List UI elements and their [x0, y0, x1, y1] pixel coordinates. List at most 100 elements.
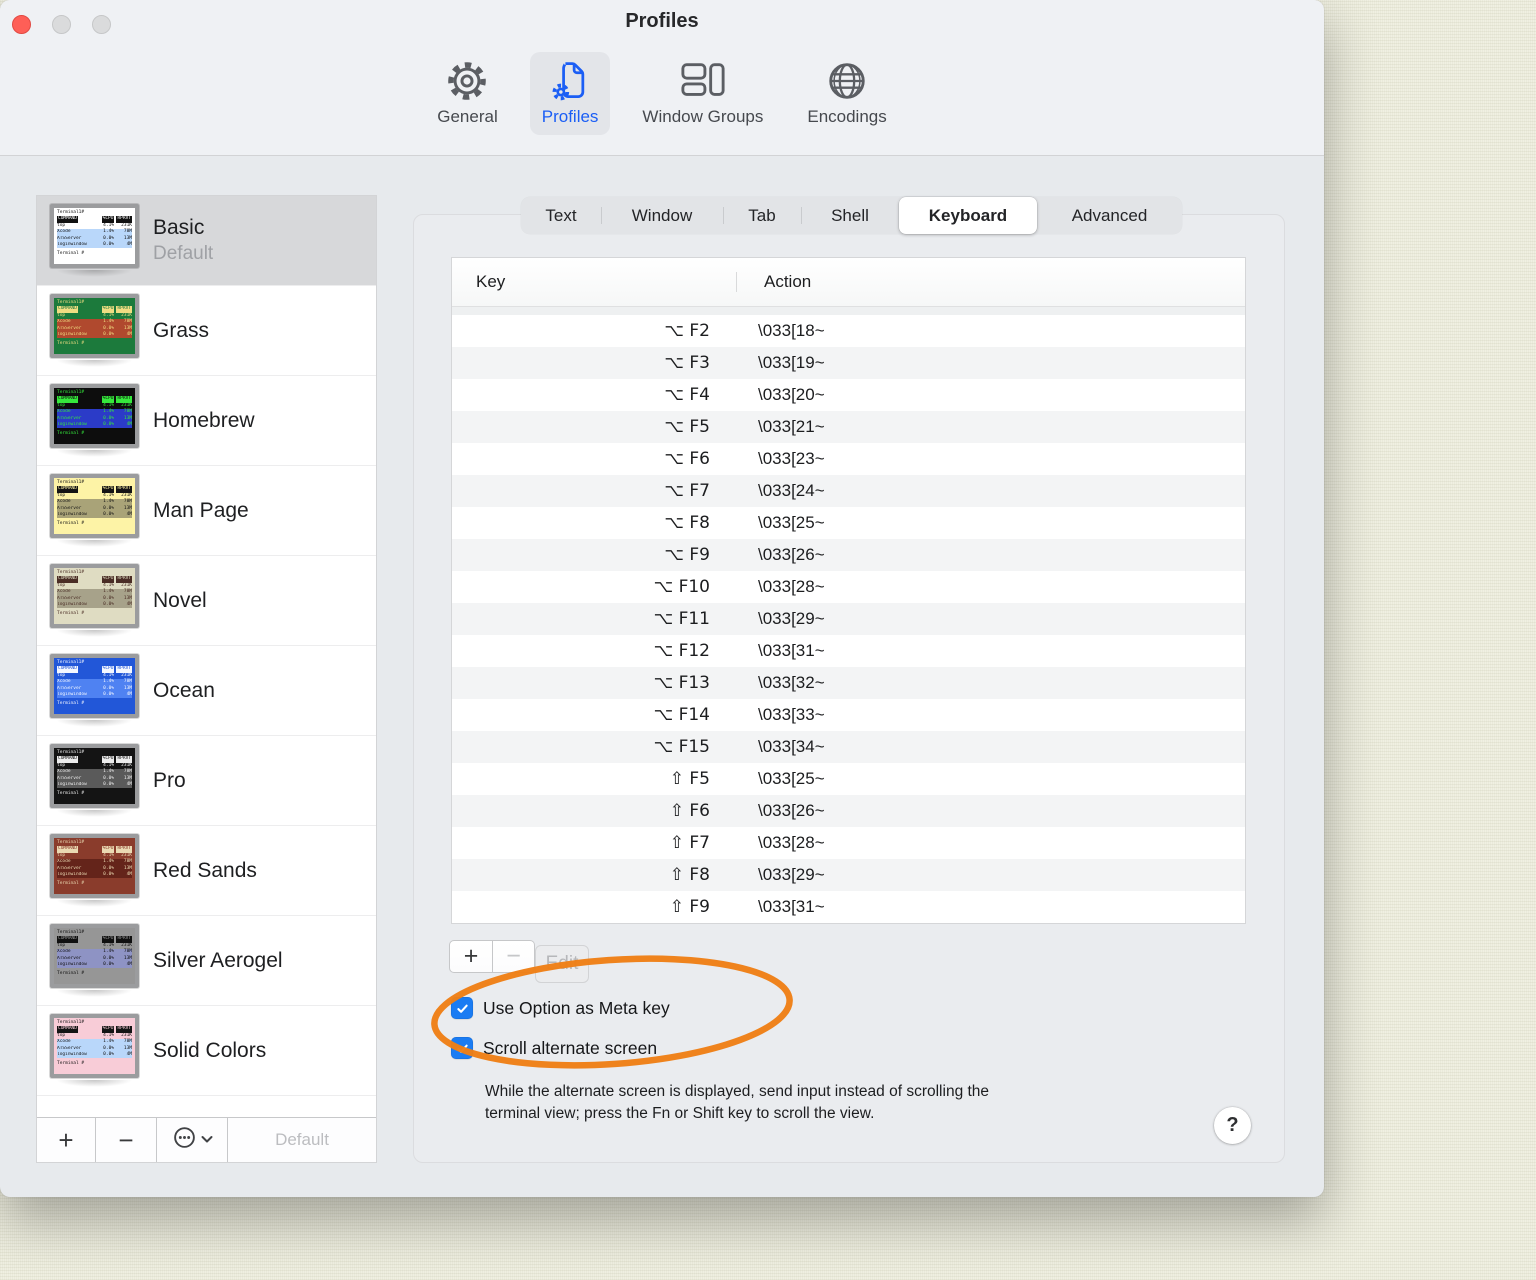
table-row[interactable]: ⇧ F9 \033[31~ — [452, 891, 1245, 923]
profile-sidebar: Terminal1# COMMAND %CPU RPRVT top 4.1% 231… — [36, 195, 377, 1163]
tab-shell[interactable]: Shell — [801, 197, 899, 234]
table-row[interactable]: ⌥ F3 \033[19~ — [452, 347, 1245, 379]
toolbar-item-profiles[interactable]: Profiles — [529, 52, 611, 135]
add-profile-button[interactable]: + — [37, 1118, 96, 1162]
action-cell: \033[19~ — [758, 353, 825, 372]
profile-thumbnail: Terminal1# COMMAND %CPU RPRVT top 4.1% 231… — [50, 294, 139, 367]
column-header-action[interactable]: Action — [736, 272, 811, 292]
sidebar-item-solid-colors[interactable]: Terminal1# COMMAND %CPU RPRVT top 4.1% 231… — [37, 1006, 376, 1096]
key-cell: ⌥ F2 — [664, 321, 710, 341]
key-cell: ⇧ F5 — [669, 769, 710, 789]
add-binding-button[interactable]: + — [449, 940, 493, 973]
profile-thumbnail: Terminal1# COMMAND %CPU RPRVT top 4.1% 231… — [50, 1014, 139, 1087]
table-row[interactable]: ⌥ F8 \033[25~ — [452, 507, 1245, 539]
profile-actions-menu-button[interactable] — [157, 1118, 228, 1162]
key-cell: ⌥ F9 — [664, 545, 710, 565]
scroll-alternate-description: While the alternate screen is displayed,… — [485, 1083, 990, 1122]
checkbox-checked[interactable] — [451, 1037, 473, 1059]
key-cell: ⇧ F9 — [669, 897, 710, 917]
help-button[interactable]: ? — [1214, 1107, 1251, 1144]
table-row[interactable]: ⇧ F8 \033[29~ — [452, 859, 1245, 891]
profile-name: Solid Colors — [153, 1038, 267, 1062]
tab-advanced[interactable]: Advanced — [1037, 197, 1182, 234]
column-divider[interactable] — [736, 272, 737, 292]
remove-profile-button[interactable]: − — [96, 1118, 157, 1162]
action-cell: \033[26~ — [758, 545, 825, 564]
profile-thumbnail: Terminal1# COMMAND %CPU RPRVT top 4.1% 231… — [50, 744, 139, 817]
tab-bar: Text Window Tab Shell Keyboard Advanced — [521, 197, 1182, 234]
table-row[interactable]: ⌥ F13 \033[32~ — [452, 667, 1245, 699]
ellipsis-circle-icon — [172, 1125, 197, 1155]
sidebar-item-grass[interactable]: Terminal1# COMMAND %CPU RPRVT top 4.1% 231… — [37, 286, 376, 376]
sidebar-item-homebrew[interactable]: Terminal1# COMMAND %CPU RPRVT top 4.1% 231… — [37, 376, 376, 466]
action-cell: \033[18~ — [758, 321, 825, 340]
key-cell: ⇧ F7 — [669, 833, 710, 853]
gear-icon — [444, 58, 490, 104]
table-row[interactable]: ⇧ F5 \033[25~ — [452, 763, 1245, 795]
key-cell: ⌥ F14 — [653, 705, 710, 725]
toolbar-item-general[interactable]: General — [425, 52, 509, 135]
use-option-as-meta-checkbox-row[interactable]: Use Option as Meta key — [451, 997, 670, 1019]
table-row[interactable]: ⌥ F4 \033[20~ — [452, 379, 1245, 411]
document-gear-icon — [547, 58, 593, 104]
profile-name: Ocean — [153, 678, 215, 702]
tab-tab[interactable]: Tab — [723, 197, 801, 234]
sidebar-item-ocean[interactable]: Terminal1# COMMAND %CPU RPRVT top 4.1% 231… — [37, 646, 376, 736]
checkbox-checked[interactable] — [451, 997, 473, 1019]
action-cell: \033[31~ — [758, 641, 825, 660]
sidebar-item-silver-aerogel[interactable]: Terminal1# COMMAND %CPU RPRVT top 4.1% 231… — [37, 916, 376, 1006]
action-cell: \033[25~ — [758, 769, 825, 788]
toolbar-item-window-groups[interactable]: Window Groups — [630, 52, 775, 135]
action-cell: \033[33~ — [758, 705, 825, 724]
table-row[interactable]: ⌥ F10 \033[28~ — [452, 571, 1245, 603]
tab-keyboard[interactable]: Keyboard — [899, 197, 1037, 234]
sidebar-item-novel[interactable]: Terminal1# COMMAND %CPU RPRVT top 4.1% 231… — [37, 556, 376, 646]
table-row[interactable]: ⌥ F9 \033[26~ — [452, 539, 1245, 571]
chevron-down-icon — [201, 1131, 213, 1149]
scroll-alternate-screen-checkbox-row[interactable]: Scroll alternate screen — [451, 1037, 657, 1059]
binding-add-remove-group: + − — [449, 940, 535, 973]
toolbar: General Profiles Window Groups Encodings — [0, 52, 1324, 135]
table-row[interactable]: ⌥ F7 \033[24~ — [452, 475, 1245, 507]
table-row[interactable]: ⇧ F6 \033[26~ — [452, 795, 1245, 827]
sidebar-item-man-page[interactable]: Terminal1# COMMAND %CPU RPRVT top 4.1% 231… — [37, 466, 376, 556]
table-row[interactable]: ⌥ F11 \033[29~ — [452, 603, 1245, 635]
table-row[interactable]: ⌥ F12 \033[31~ — [452, 635, 1245, 667]
table-row[interactable]: ⌥ F2 \033[18~ — [452, 315, 1245, 347]
toolbar-item-encodings[interactable]: Encodings — [795, 52, 898, 135]
globe-icon — [824, 58, 870, 104]
sidebar-item-red-sands[interactable]: Terminal1# COMMAND %CPU RPRVT top 4.1% 231… — [37, 826, 376, 916]
checkbox-label: Scroll alternate screen — [483, 1037, 658, 1058]
table-row[interactable]: ⌥ F6 \033[23~ — [452, 443, 1245, 475]
table-row[interactable]: ⌥ F15 \033[34~ — [452, 731, 1245, 763]
action-cell: \033[34~ — [758, 737, 825, 756]
profile-thumbnail: Terminal1# COMMAND %CPU RPRVT top 4.1% 231… — [50, 564, 139, 637]
sidebar-item-basic[interactable]: Terminal1# COMMAND %CPU RPRVT top 4.1% 231… — [37, 196, 376, 286]
profile-thumbnail: Terminal1# COMMAND %CPU RPRVT top 4.1% 231… — [50, 474, 139, 547]
titlebar-toolbar: Profiles General Profiles Window Groups … — [0, 0, 1324, 156]
table-row[interactable]: ⇧ F7 \033[28~ — [452, 827, 1245, 859]
table-row[interactable]: ⌥ F14 \033[33~ — [452, 699, 1245, 731]
key-cell: ⇧ F6 — [669, 801, 710, 821]
column-header-key[interactable]: Key — [452, 272, 736, 292]
profile-name: Man Page — [153, 498, 249, 522]
tab-window[interactable]: Window — [601, 197, 723, 234]
edit-binding-button[interactable]: Edit — [535, 945, 589, 983]
terminal-preferences-window: Profiles General Profiles Window Groups … — [0, 0, 1324, 1197]
checkbox-label: Use Option as Meta key — [483, 997, 670, 1018]
key-cell: ⌥ F12 — [653, 641, 710, 661]
tab-text[interactable]: Text — [521, 197, 601, 234]
key-bindings-table: Key Action ⌥ F2 \033[18~ ⌥ F3 \033[19~ ⌥… — [451, 257, 1246, 924]
table-row[interactable]: ⌥ F5 \033[21~ — [452, 411, 1245, 443]
action-cell: \033[26~ — [758, 801, 825, 820]
sidebar-footer: + − Default — [37, 1117, 376, 1162]
action-cell: \033[25~ — [758, 513, 825, 532]
remove-binding-button[interactable]: − — [493, 940, 535, 973]
action-cell: \033[23~ — [758, 449, 825, 468]
default-button[interactable]: Default — [228, 1118, 376, 1162]
profile-thumbnail: Terminal1# COMMAND %CPU RPRVT top 4.1% 231… — [50, 834, 139, 907]
sidebar-item-pro[interactable]: Terminal1# COMMAND %CPU RPRVT top 4.1% 231… — [37, 736, 376, 826]
key-cell: ⇧ F8 — [669, 865, 710, 885]
profile-thumbnail: Terminal1# COMMAND %CPU RPRVT top 4.1% 231… — [50, 654, 139, 727]
profile-name: Grass — [153, 318, 210, 342]
